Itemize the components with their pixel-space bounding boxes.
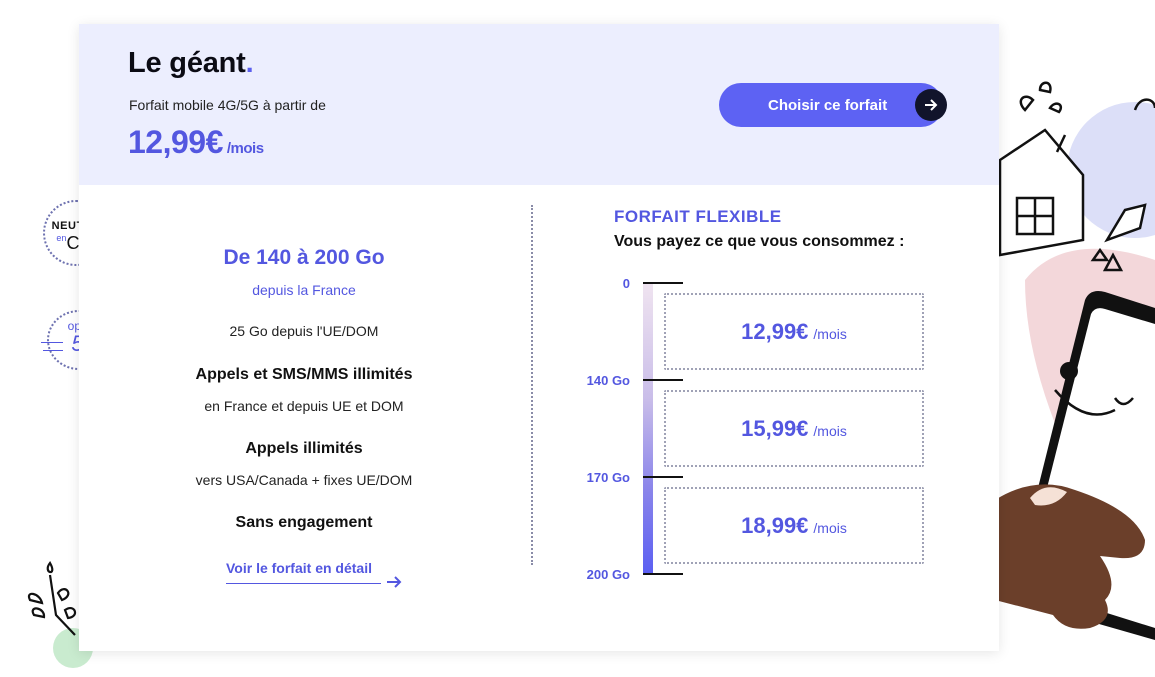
scale-tick bbox=[643, 573, 683, 575]
scale-tick bbox=[643, 476, 683, 478]
plan-card-header: Le géant. Forfait mobile 4G/5G à partir … bbox=[79, 24, 999, 185]
flexible-plan-title: FORFAIT FLEXIBLE bbox=[614, 207, 782, 226]
tier-unit: /mois bbox=[813, 325, 847, 342]
intl-calls-sub: vers USA/Canada + fixes UE/DOM bbox=[195, 472, 413, 488]
intl-calls-title: Appels illimités bbox=[245, 440, 363, 457]
co2-badge-en: en bbox=[56, 233, 67, 243]
data-allowance: De 140 à 200 Go bbox=[223, 246, 385, 269]
plan-price: 12,99€/mois bbox=[128, 124, 264, 160]
tier-unit: /mois bbox=[813, 519, 847, 536]
plan-detail-link[interactable]: Voir le forfait en détail bbox=[226, 560, 381, 584]
tier-price: 18,99€ bbox=[741, 512, 809, 538]
scale-tick bbox=[643, 379, 683, 381]
arrow-right-icon bbox=[387, 576, 402, 588]
usage-scale-bar bbox=[643, 282, 653, 574]
scale-label-200: 200 Go bbox=[586, 567, 630, 582]
calls-sub: en France et depuis UE et DOM bbox=[204, 398, 404, 414]
choose-plan-label: Choisir ce forfait bbox=[768, 96, 888, 114]
scale-label-140: 140 Go bbox=[586, 373, 630, 388]
price-tier-3: 18,99€ /mois bbox=[664, 487, 924, 564]
scale-label-0: 0 bbox=[622, 276, 630, 291]
arrow-right-icon bbox=[915, 89, 947, 121]
flexible-plan-subtitle: Vous payez ce que vous consommez : bbox=[614, 233, 905, 250]
price-tier-2: 15,99€ /mois bbox=[664, 390, 924, 467]
data-allowance-sub: depuis la France bbox=[252, 282, 356, 298]
tier-price: 12,99€ bbox=[741, 318, 809, 344]
tier-unit: /mois bbox=[813, 422, 847, 439]
plan-subtitle: Forfait mobile 4G/5G à partir de bbox=[129, 97, 326, 113]
eu-data-allowance: 25 Go depuis l'UE/DOM bbox=[229, 323, 379, 339]
calls-title: Appels et SMS/MMS illimités bbox=[195, 366, 413, 383]
column-divider bbox=[531, 205, 533, 565]
commitment: Sans engagement bbox=[235, 514, 373, 531]
tier-price: 15,99€ bbox=[741, 415, 809, 441]
scale-tick bbox=[643, 282, 683, 284]
scale-label-170: 170 Go bbox=[586, 470, 630, 485]
price-tier-1: 12,99€ /mois bbox=[664, 293, 924, 370]
plan-title: Le géant. bbox=[128, 47, 254, 79]
phone-house-illustration bbox=[995, 81, 1155, 640]
choose-plan-button[interactable]: Choisir ce forfait bbox=[719, 83, 947, 127]
